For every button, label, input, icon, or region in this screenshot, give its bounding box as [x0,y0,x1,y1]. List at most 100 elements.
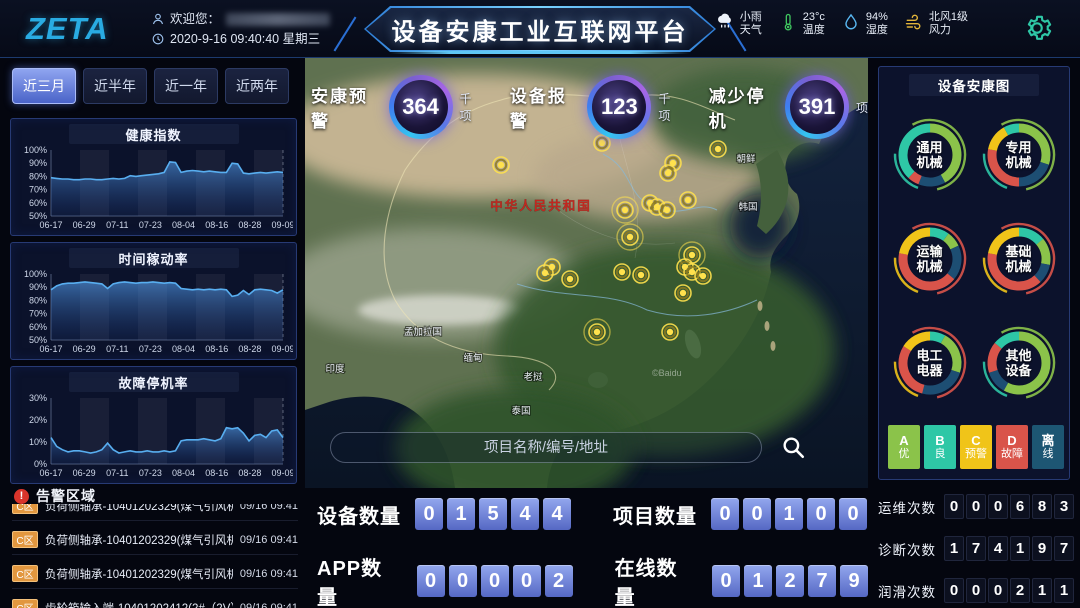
map-marker[interactable] [695,268,711,284]
svg-text:06-29: 06-29 [72,344,95,354]
gauge-item[interactable]: 运输机械 [885,207,974,311]
username-blurred [226,13,330,26]
svg-text:09-09: 09-09 [271,220,293,230]
filter-button[interactable]: 近半年 [83,68,147,104]
map-marker[interactable] [675,285,691,301]
svg-text:印度: 印度 [325,363,345,375]
map-marker[interactable] [562,271,578,287]
gauge-item[interactable]: 通用机械 [885,103,974,207]
side-counter-label: 运维次数 [878,497,940,517]
weather-row: 小雨天气23°c温度94%湿度北风1级风力 [715,11,968,37]
svg-text:90%: 90% [28,158,46,168]
grade-legend: A优B良C预警D故障离线 [888,425,1064,469]
svg-text:06-17: 06-17 [39,468,62,478]
gear-icon[interactable] [1022,13,1052,43]
map-marker[interactable] [633,267,649,283]
svg-text:08-28: 08-28 [238,220,261,230]
top-bar: ZETA 欢迎您： 2020-9-16 09:40:40 星期三 设备安康工业互… [0,0,1080,58]
kpi-orb: 364 [389,75,453,139]
title-frame: 设备安康工业互联网平台 [364,6,716,52]
legend-cell[interactable]: D故障 [996,425,1028,469]
svg-text:09-09: 09-09 [271,468,293,478]
side-counter-row: 诊断次数174197 [878,536,1074,561]
counter-label: 项目数量 [613,500,697,529]
legend-cell[interactable]: B良 [924,425,956,469]
svg-text:06-17: 06-17 [39,220,62,230]
map-marker[interactable] [710,141,726,157]
kpi-health-warning: 安康预警 364 千项 [311,75,482,139]
alert-area-header: ! 告警区域 [14,486,96,506]
dashboard-root: ZETA 欢迎您： 2020-9-16 09:40:40 星期三 设备安康工业互… [0,0,1080,608]
legend-cell[interactable]: 离线 [1032,425,1064,469]
map-marker[interactable] [659,202,675,218]
rain-cloud-icon [715,12,735,37]
zone-badge: C区 [12,565,38,582]
gauge-item[interactable]: 电工电器 [885,311,974,415]
svg-text:08-16: 08-16 [205,220,228,230]
svg-text:泰国: 泰国 [511,405,530,417]
humidity-drop-icon [841,12,861,37]
wind-icon [904,12,924,37]
svg-text:60%: 60% [28,322,46,332]
digit-display: 174197 [944,536,1074,561]
alert-row[interactable]: C区负荷侧轴承-10401202329(煤气引风机电...09/16 09:41 [12,525,298,555]
svg-text:90%: 90% [28,282,46,292]
side-counter-label: 润滑次数 [878,581,940,601]
weather-item: 94%湿度 [841,11,888,37]
search-input[interactable] [331,433,761,462]
map-marker[interactable] [660,165,676,181]
svg-text:07-23: 07-23 [138,220,161,230]
legend-cell[interactable]: C预警 [960,425,992,469]
svg-text:老挝: 老挝 [523,371,543,383]
user-block: 欢迎您： 2020-9-16 09:40:40 星期三 [152,9,330,49]
filter-button[interactable]: 近一年 [154,68,218,104]
alert-text: 齿轮箱输入端-10401202412(2#（2V）... [45,600,233,608]
panel-title: 设备安康图 [909,74,1039,96]
side-counter-row: 运维次数000683 [878,494,1074,519]
map-marker[interactable] [614,264,630,280]
gauge-item[interactable]: 专用机械 [974,103,1063,207]
kpi-reduced-downtime: 减少停机 391 项 [709,75,868,139]
search-icon[interactable] [780,434,806,460]
alert-row[interactable]: C区齿轮箱输入端-10401202412(2#（2V）...09/16 09:4… [12,593,298,608]
weather-item: 23°c温度 [778,11,825,37]
weather-item: 小雨天气 [715,11,762,37]
alert-time: 09/16 09:41 [240,602,298,608]
alert-icon: ! [14,489,29,504]
map-marker[interactable] [680,192,696,208]
bottom-counters: 设备数量01544项目数量00100 APP数量00002在线数量01279 [305,490,868,608]
alert-row[interactable]: C区负荷侧轴承-10401202329(煤气引风机电...09/16 09:41 [12,559,298,589]
svg-text:韩国: 韩国 [738,201,757,213]
filter-button[interactable]: 近三月 [12,68,76,104]
alert-area-title: 告警区域 [36,486,96,506]
svg-text:100%: 100% [23,270,46,279]
svg-text:08-28: 08-28 [238,468,261,478]
map-marker[interactable] [493,157,509,173]
side-counters: 运维次数000683诊断次数174197润滑次数000211 [878,494,1074,608]
map-marker[interactable] [537,265,553,281]
svg-text:30%: 30% [28,394,46,403]
alert-row[interactable]: C区负荷侧轴承-10401202329(煤气引风机电...09/16 09:41 [12,504,298,521]
svg-text:20%: 20% [28,415,46,425]
page-title: 设备安康工业互联网平台 [392,12,689,47]
alert-time: 09/16 09:41 [240,534,298,546]
gauge-item[interactable]: 其他设备 [974,311,1063,415]
filter-button[interactable]: 近两年 [225,68,289,104]
svg-text:09-09: 09-09 [271,344,293,354]
svg-text:07-23: 07-23 [138,468,161,478]
svg-text:缅甸: 缅甸 [463,352,482,364]
zone-badge: C区 [12,531,38,548]
user-icon [152,13,164,25]
map-search [330,432,762,463]
gauge-grid: 通用机械专用机械运输机械基础机械电工电器其他设备 [885,103,1063,415]
fault-downtime-chart-panel: 故障停机率 30%20%10%0%06-1706-2907-1107-2308-… [10,366,297,484]
map-marker[interactable] [662,324,678,340]
digit-display: 00100 [711,498,867,530]
gauge-item[interactable]: 基础机械 [974,207,1063,311]
svg-text:08-04: 08-04 [172,220,195,230]
welcome-label: 欢迎您： [170,9,220,29]
legend-cell[interactable]: A优 [888,425,920,469]
svg-text:07-11: 07-11 [106,468,128,478]
svg-text:07-11: 07-11 [106,344,128,354]
digit-display: 01544 [415,498,571,530]
